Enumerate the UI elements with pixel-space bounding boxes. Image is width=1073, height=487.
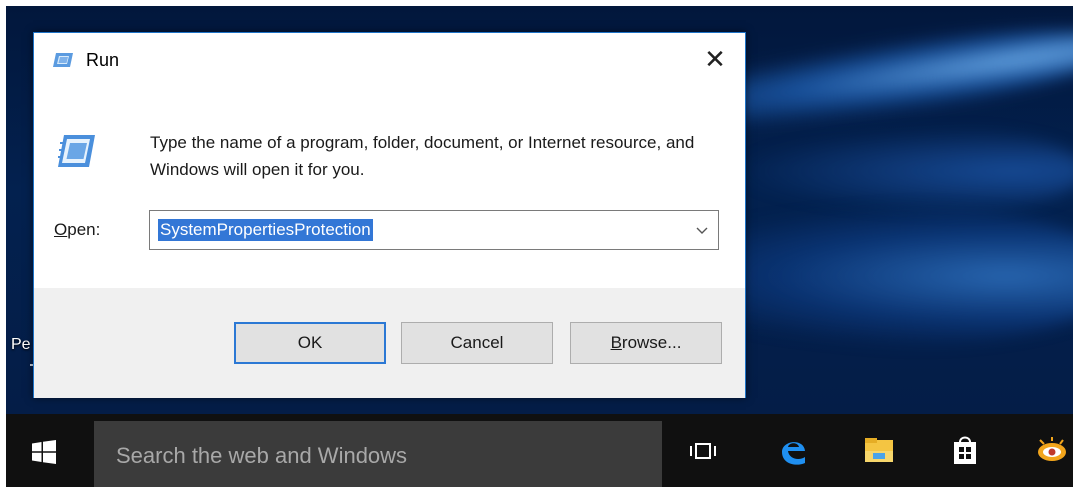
store-icon[interactable] (948, 432, 982, 468)
run-program-icon (58, 135, 95, 167)
browse-label: rowse... (621, 333, 682, 352)
browse-button[interactable]: Browse... (570, 322, 722, 364)
task-view-icon[interactable] (686, 432, 720, 468)
search-placeholder: Search the web and Windows (116, 443, 408, 468)
close-icon: ✕ (704, 44, 726, 74)
edge-browser-icon[interactable] (776, 432, 810, 468)
run-icon (53, 53, 73, 67)
dialog-titlebar[interactable]: Run ✕ (34, 33, 745, 89)
open-input-value[interactable]: SystemPropertiesProtection (158, 219, 373, 241)
ok-button[interactable]: OK (234, 322, 386, 364)
run-dialog: Run ✕ Type the name of a program, folder… (33, 32, 746, 398)
file-explorer-icon[interactable] (862, 432, 896, 468)
open-label-mnemonic: O (54, 220, 68, 239)
browse-mnemonic: B (610, 333, 622, 352)
dialog-title: Run (86, 50, 120, 70)
open-combobox[interactable]: SystemPropertiesProtection (149, 210, 719, 250)
app-icon[interactable] (1032, 432, 1066, 468)
close-button[interactable]: ✕ (701, 45, 729, 73)
dialog-prompt: Type the name of a program, folder, docu… (150, 133, 695, 179)
taskbar: Search the web and Windows (6, 414, 1073, 487)
cancel-button[interactable]: Cancel (401, 322, 553, 364)
desktop-icon-label[interactable]: Pe (11, 336, 31, 354)
search-box[interactable]: Search the web and Windows (94, 421, 662, 487)
windows-start-icon[interactable] (32, 440, 56, 464)
open-label-text: pen: (67, 220, 101, 239)
chevron-down-icon[interactable] (696, 224, 708, 236)
wallpaper-light-beam (726, 126, 1073, 216)
screen: Pe Run ✕ Type the name of a program, fol… (0, 0, 1073, 487)
open-label: Open: (54, 220, 100, 240)
